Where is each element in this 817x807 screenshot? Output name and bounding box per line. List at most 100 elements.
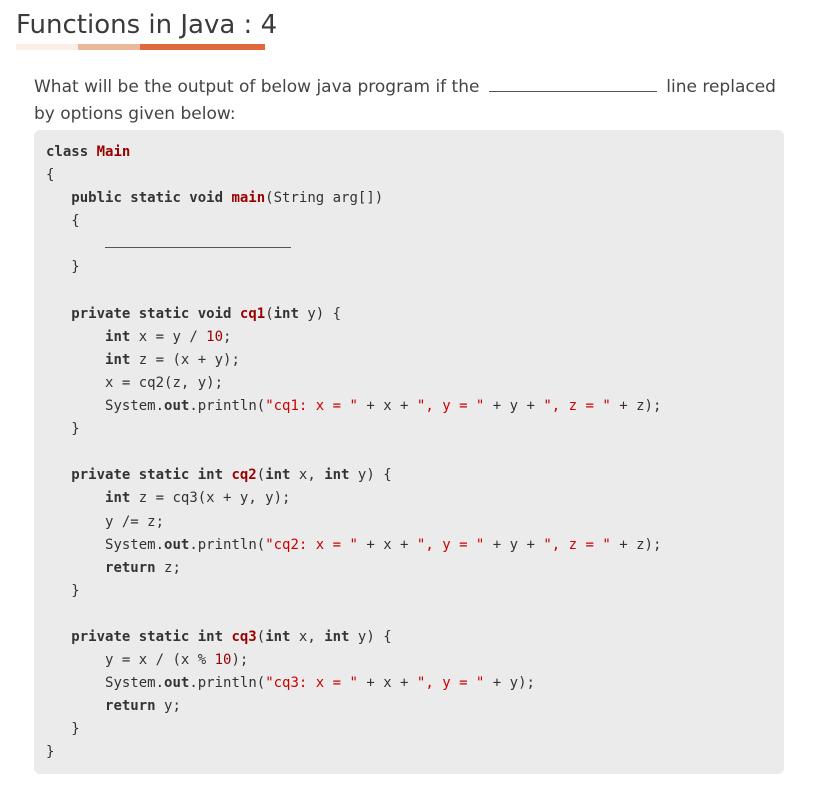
code-string: "cq3: x = "	[265, 675, 358, 692]
code-line: x = cq2(z, y);	[46, 372, 661, 395]
code-text: (String arg[])	[265, 190, 384, 207]
code-brace: }	[71, 721, 80, 738]
code-keyword: int	[265, 467, 291, 484]
code-line-blank	[46, 233, 661, 256]
code-string: ", z = "	[543, 398, 611, 415]
code-text: (	[256, 467, 266, 484]
code-text: y = x / (x %	[105, 652, 215, 669]
code-text: + x +	[357, 675, 417, 692]
code-line: private static void cq1(int y) {	[46, 303, 661, 326]
code-string: ", z = "	[543, 536, 611, 553]
code-text: z;	[155, 559, 181, 576]
code-string: ", y = "	[416, 398, 485, 415]
code-line: {	[46, 210, 661, 233]
code-text: y) {	[349, 628, 392, 645]
code-brace: }	[71, 582, 80, 599]
question-text: What will be the output of below java pr…	[34, 74, 794, 128]
code-text: System.	[105, 675, 165, 692]
code-text: + z);	[610, 536, 662, 553]
code-keyword: return	[105, 698, 156, 715]
page-title: Functions in Java : 4	[16, 10, 278, 40]
code-line: }	[46, 580, 661, 603]
code-keyword: int	[105, 328, 131, 345]
code-line: y /= z;	[46, 511, 661, 534]
code-text: + x +	[357, 398, 417, 415]
code-line: class Main	[46, 141, 661, 164]
code-line: return y;	[46, 695, 661, 718]
code-function-name: cq2	[231, 467, 257, 484]
code-block: class Main { public static void main(Str…	[34, 130, 784, 774]
code-keyword: private static int	[71, 628, 224, 645]
code-keyword: int	[265, 628, 291, 645]
code-text: System.	[105, 398, 165, 415]
code-line: }	[46, 418, 661, 441]
code-keyword: int	[105, 490, 131, 507]
code-text: .println(	[189, 398, 266, 415]
code-text: .println(	[189, 675, 266, 692]
code-line: int x = y / 10;	[46, 326, 661, 349]
code-text: x,	[290, 467, 325, 484]
code-line: private static int cq2(int x, int y) {	[46, 464, 661, 487]
code-keyword: int	[324, 467, 350, 484]
code-line: int z = cq3(x + y, y);	[46, 487, 661, 510]
code-class-name: Main	[96, 144, 131, 160]
code-text: x = cq2(z, y);	[105, 374, 224, 391]
code-string: "cq1: x = "	[265, 398, 358, 415]
code-brace: {	[46, 167, 55, 184]
code-text: z = cq3(x + y, y);	[130, 490, 291, 507]
code-keyword: out	[164, 675, 190, 692]
code-function-name: main	[231, 190, 266, 207]
code-line: return z;	[46, 557, 661, 580]
code-keyword: private static int	[71, 467, 224, 484]
code-number: 10	[206, 328, 224, 345]
code-line: {	[46, 164, 661, 187]
title-underline-light	[16, 44, 78, 50]
code-text: ;	[223, 328, 232, 345]
code-keyword: public static void	[71, 190, 224, 207]
code-string: "cq2: x = "	[265, 536, 358, 553]
code-brace: }	[71, 421, 80, 438]
code-keyword: return	[105, 559, 156, 576]
code-line: public static void main(String arg[])	[46, 187, 661, 210]
code-text: .println(	[189, 536, 266, 553]
code-text: );	[231, 652, 249, 669]
code-text: + y +	[484, 536, 544, 553]
code-function-name: cq3	[231, 628, 257, 645]
code-string: ", y = "	[416, 675, 485, 692]
code-keyword: out	[164, 398, 190, 415]
code-text: + z);	[610, 398, 662, 415]
code-line: }	[46, 256, 661, 279]
question-blank	[488, 77, 657, 92]
code-blank-placeholder	[105, 235, 292, 249]
code-function-name: cq1	[239, 305, 266, 322]
code-line: y = x / (x % 10);	[46, 649, 661, 672]
code-text: + x +	[357, 536, 417, 553]
code-keyword: private static void	[71, 305, 232, 322]
code-number: 10	[214, 652, 232, 669]
code-keyword: out	[164, 536, 190, 553]
code-text: y;	[155, 698, 181, 715]
code-text: (	[256, 628, 266, 645]
code-line: System.out.println("cq1: x = " + x + ", …	[46, 395, 661, 418]
code-brace: }	[71, 259, 80, 276]
code-text: z = (x + y);	[130, 351, 240, 368]
code-text: x,	[290, 628, 325, 645]
code-text: x = y /	[130, 328, 207, 345]
code-brace: {	[71, 213, 80, 230]
title-underline-accent	[140, 44, 265, 50]
code-text: + y);	[484, 675, 535, 692]
code-line: int z = (x + y);	[46, 349, 661, 372]
code-keyword: class	[46, 144, 89, 160]
code-listing: class Main { public static void main(Str…	[46, 141, 661, 765]
code-keyword: int	[273, 305, 299, 322]
code-text: y) {	[298, 305, 342, 322]
code-text: y) {	[349, 467, 392, 484]
code-text: + y +	[484, 398, 544, 415]
code-string: ", y = "	[416, 536, 485, 553]
code-line: private static int cq3(int x, int y) {	[46, 626, 661, 649]
question-before-blank: What will be the output of below java pr…	[34, 77, 480, 97]
title-underline-medium	[78, 44, 140, 50]
